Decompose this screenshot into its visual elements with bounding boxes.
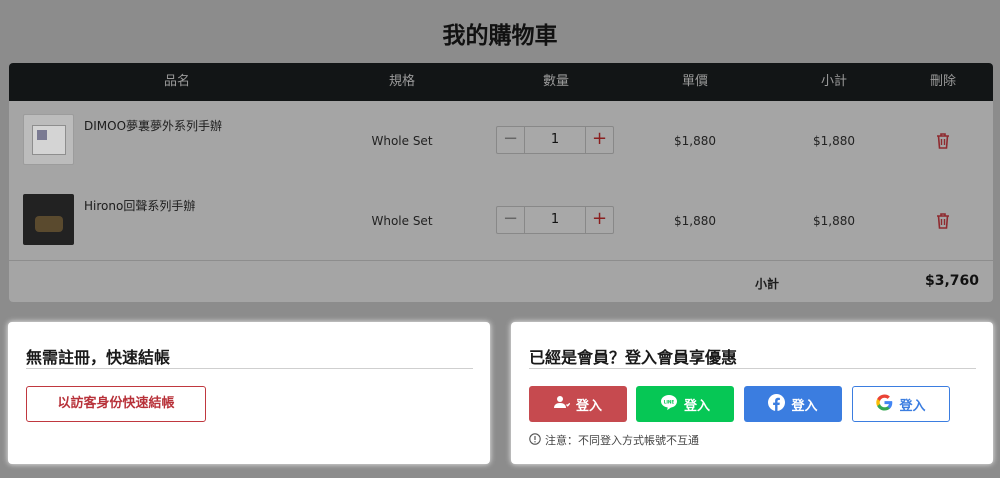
member-login-button[interactable]: 登入 [529,386,627,422]
member-login-panel: 已經是會員？登入會員享優惠 登入 LINE 登入 登入 登入 注意：不同登入方式… [511,322,993,464]
page-title: 我的購物車 [442,23,558,49]
unit-price: $1,880 [674,134,716,148]
qty-input[interactable]: 1 [525,207,585,233]
qty-plus-button[interactable]: + [585,207,613,233]
qty-input[interactable]: 1 [525,127,585,153]
quantity-stepper: − 1 + [496,126,614,154]
guest-panel-title: 無需註冊，快速結帳 [26,348,171,367]
google-icon [876,394,893,415]
line-login-button[interactable]: LINE 登入 [636,386,734,422]
unit-price: $1,880 [674,214,716,228]
row-subtotal: $1,880 [813,214,855,228]
guest-checkout-panel: 無需註冊，快速結帳 以訪客身份快速結帳 [8,322,490,464]
login-note: 注意：不同登入方式帳號不互通 [529,432,699,448]
header-qty: 數量 [542,74,569,89]
line-icon: LINE [660,394,678,415]
header-name: 品名 [163,74,190,89]
header-subtotal: 小計 [820,74,847,89]
divider [9,260,993,261]
quantity-stepper: − 1 + [496,206,614,234]
divider [26,368,473,369]
header-delete: 刪除 [929,74,956,89]
facebook-login-button[interactable]: 登入 [744,386,842,422]
product-image[interactable] [23,114,74,165]
qty-minus-button[interactable]: − [497,207,525,233]
qty-minus-button[interactable]: − [497,127,525,153]
info-icon [529,432,541,448]
subtotal-label: 小計 [755,277,780,291]
header-price: 單價 [681,74,708,89]
product-name[interactable]: DIMOO夢裏夢外系列手辦 [84,117,222,134]
divider [529,368,976,369]
product-spec: Whole Set [371,214,433,228]
product-name[interactable]: Hirono回聲系列手辦 [84,197,195,214]
qty-plus-button[interactable]: + [585,127,613,153]
table-row: DIMOO夢裏夢外系列手辦 Whole Set − 1 + $1,880 $1,… [9,101,993,181]
row-subtotal: $1,880 [813,134,855,148]
trash-icon[interactable] [935,212,951,230]
member-login-label: 登入 [575,398,602,414]
guest-checkout-button[interactable]: 以訪客身份快速結帳 [26,386,206,422]
member-panel-title: 已經是會員？登入會員享優惠 [529,348,738,367]
product-image[interactable] [23,194,74,245]
svg-text:LINE: LINE [664,399,675,404]
login-note-text: 注意：不同登入方式帳號不互通 [545,434,699,447]
line-login-label: 登入 [683,398,710,414]
table-row: Hirono回聲系列手辦 Whole Set − 1 + $1,880 $1,8… [9,181,993,261]
trash-icon[interactable] [935,132,951,150]
facebook-login-label: 登入 [791,398,818,414]
header-spec: 規格 [388,74,415,89]
facebook-icon [768,393,786,415]
cart-header: 品名 規格 數量 單價 小計 刪除 [9,63,993,101]
cart-total: $3,760 [924,273,979,289]
user-icon [553,395,571,413]
product-spec: Whole Set [371,134,433,148]
cart-table: 品名 規格 數量 單價 小計 刪除 DIMOO夢裏夢外系列手辦 Whole Se… [9,63,993,302]
google-login-button[interactable]: 登入 [852,386,950,422]
google-login-label: 登入 [899,398,926,414]
